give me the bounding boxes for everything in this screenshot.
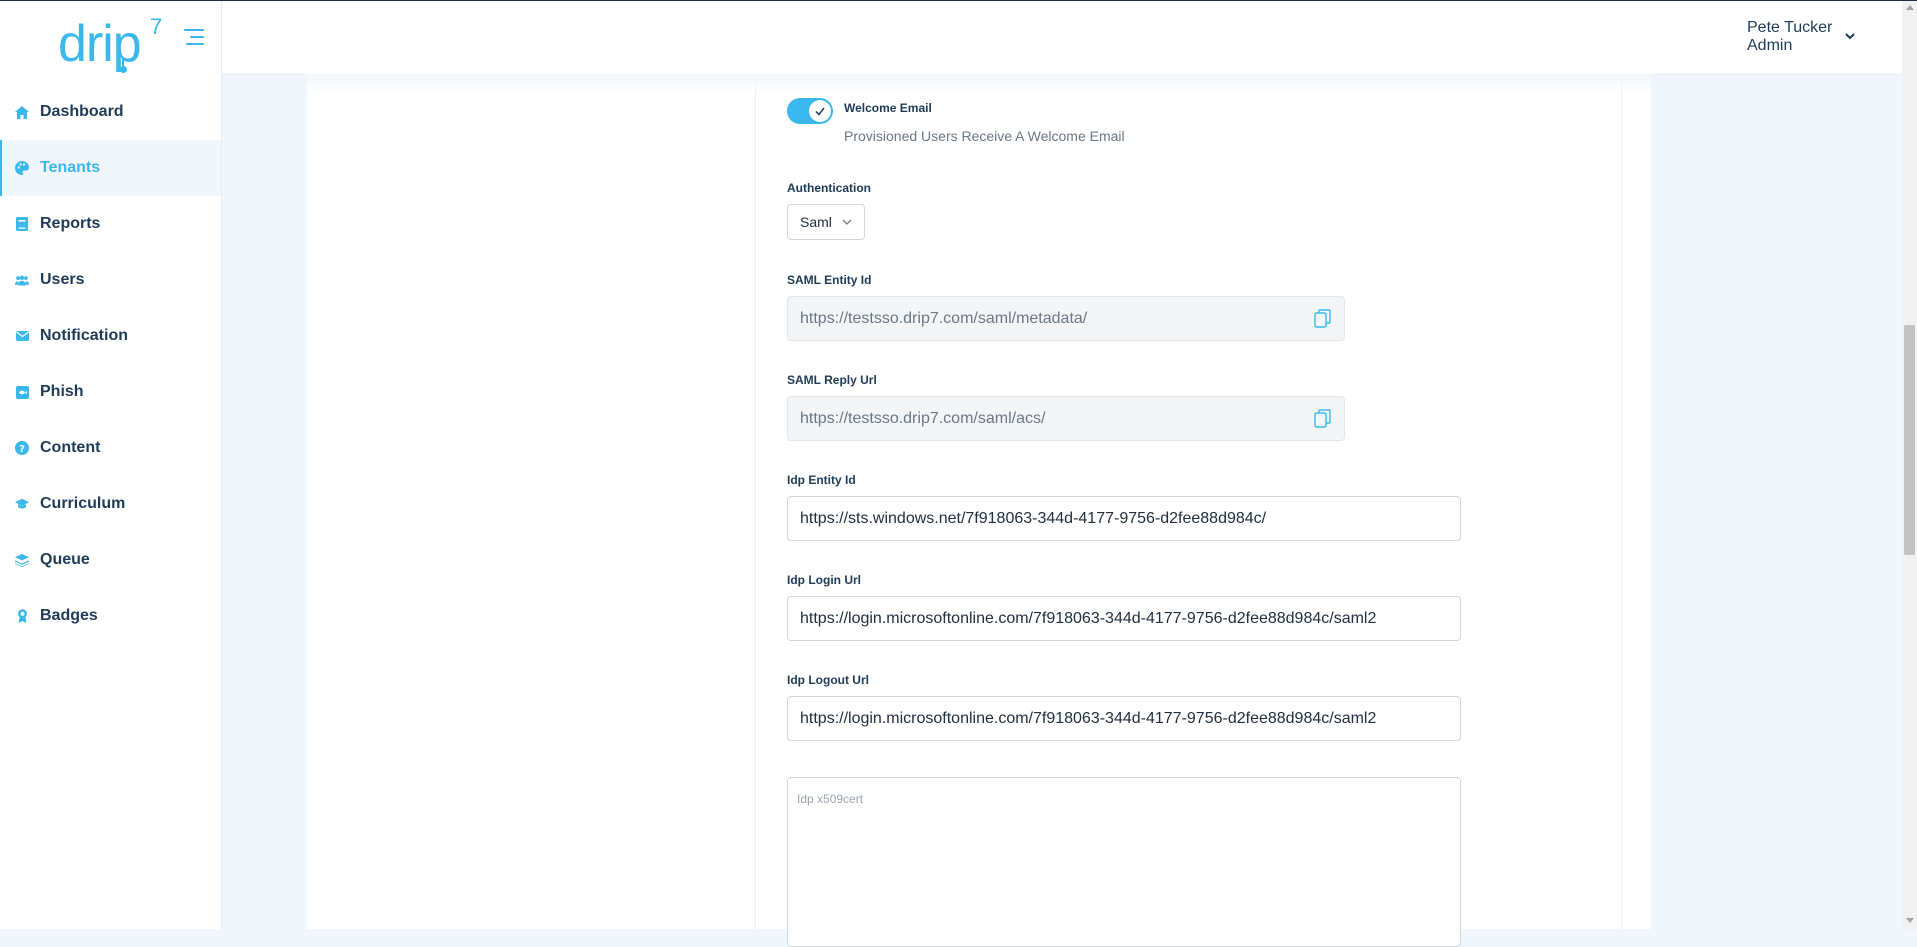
palette-icon — [15, 161, 29, 175]
copy-icon[interactable] — [1314, 409, 1332, 429]
welcome-email-toggle[interactable] — [787, 98, 833, 124]
sidebar-item-label: Dashboard — [40, 103, 124, 120]
user-menu[interactable]: Pete Tucker Admin — [1747, 19, 1832, 55]
idp-x509cert-textarea[interactable]: Idp x509cert — [787, 777, 1461, 947]
sidebar-item-label: Users — [40, 271, 85, 288]
sidebar: drip 7 Dashboard Tenants Reports Users N… — [0, 0, 222, 929]
menu-toggle-icon[interactable] — [184, 29, 204, 45]
idp-x509cert-placeholder: Idp x509cert — [797, 792, 864, 806]
users-icon — [15, 273, 29, 287]
sidebar-item-badges[interactable]: Badges — [0, 588, 221, 644]
scroll-down-arrow-icon[interactable] — [1906, 918, 1914, 923]
idp-login-url-label: Idp Login Url — [787, 573, 861, 587]
scroll-up-arrow-icon[interactable] — [1906, 5, 1914, 10]
logo-superscript: 7 — [150, 14, 163, 39]
chevron-down-icon — [842, 219, 852, 225]
sidebar-item-notification[interactable]: Notification — [0, 308, 221, 364]
svg-text:?: ? — [19, 444, 25, 455]
sidebar-item-label: Phish — [40, 383, 84, 400]
sidebar-item-label: Notification — [40, 327, 128, 344]
authentication-value: Saml — [800, 214, 832, 230]
checkmark-icon — [815, 107, 825, 116]
saml-reply-url-value: https://testsso.drip7.com/saml/acs/ — [800, 409, 1046, 427]
sidebar-item-queue[interactable]: Queue — [0, 532, 221, 588]
question-circle-icon: ? — [15, 441, 29, 455]
idp-login-url-input[interactable]: https://login.microsoftonline.com/7f9180… — [787, 596, 1461, 641]
sidebar-item-label: Curriculum — [40, 495, 126, 512]
sidebar-item-label: Content — [40, 439, 101, 456]
chevron-down-icon[interactable] — [1845, 32, 1855, 40]
welcome-email-description: Provisioned Users Receive A Welcome Emai… — [844, 128, 1125, 144]
idp-entity-id-label: Idp Entity Id — [787, 473, 856, 487]
saml-entity-id-field[interactable]: https://testsso.drip7.com/saml/metadata/ — [787, 296, 1345, 341]
saml-entity-id-value: https://testsso.drip7.com/saml/metadata/ — [800, 309, 1088, 327]
user-name: Pete Tucker — [1747, 19, 1833, 36]
saml-reply-url-label: SAML Reply Url — [787, 373, 877, 387]
envelope-icon — [15, 329, 29, 343]
sidebar-item-label: Badges — [40, 607, 98, 624]
idp-entity-id-input[interactable]: https://sts.windows.net/7f918063-344d-41… — [787, 496, 1461, 541]
top-header: Pete Tucker Admin — [222, 1, 1917, 75]
home-icon — [15, 105, 29, 119]
sidebar-nav: Dashboard Tenants Reports Users Notifica… — [0, 84, 221, 644]
sidebar-item-phish[interactable]: Phish — [0, 364, 221, 420]
saml-entity-id-label: SAML Entity Id — [787, 273, 872, 287]
toggle-knob — [809, 100, 831, 122]
layers-icon — [15, 553, 29, 567]
idp-logout-url-label: Idp Logout Url — [787, 673, 869, 687]
idp-logout-url-input[interactable]: https://login.microsoftonline.com/7f9180… — [787, 696, 1461, 741]
sidebar-item-users[interactable]: Users — [0, 252, 221, 308]
sidebar-item-curriculum[interactable]: Curriculum — [0, 476, 221, 532]
copy-icon[interactable] — [1314, 309, 1332, 329]
sidebar-item-label: Reports — [40, 215, 101, 232]
sidebar-item-dashboard[interactable]: Dashboard — [0, 84, 221, 140]
authentication-select[interactable]: Saml — [787, 204, 865, 240]
sidebar-item-label: Tenants — [40, 159, 101, 176]
book-icon — [15, 217, 29, 231]
authentication-label: Authentication — [787, 181, 871, 195]
logo-drip-drop — [120, 66, 127, 73]
sidebar-item-label: Queue — [40, 551, 90, 568]
user-role: Admin — [1747, 37, 1793, 54]
window-top-border — [0, 0, 1917, 1]
header-shadow — [307, 74, 1651, 96]
drip7-logo[interactable]: drip 7 — [58, 14, 168, 76]
saml-reply-url-field[interactable]: https://testsso.drip7.com/saml/acs/ — [787, 396, 1345, 441]
graduation-cap-icon — [15, 497, 29, 511]
scrollbar-thumb[interactable] — [1904, 325, 1915, 555]
sidebar-item-reports[interactable]: Reports — [0, 196, 221, 252]
sidebar-item-content[interactable]: ? Content — [0, 420, 221, 476]
award-icon — [15, 609, 29, 623]
sidebar-item-tenants[interactable]: Tenants — [0, 140, 221, 196]
phish-icon — [15, 385, 29, 399]
logo-text: drip — [58, 15, 142, 73]
welcome-email-label: Welcome Email — [844, 101, 932, 115]
